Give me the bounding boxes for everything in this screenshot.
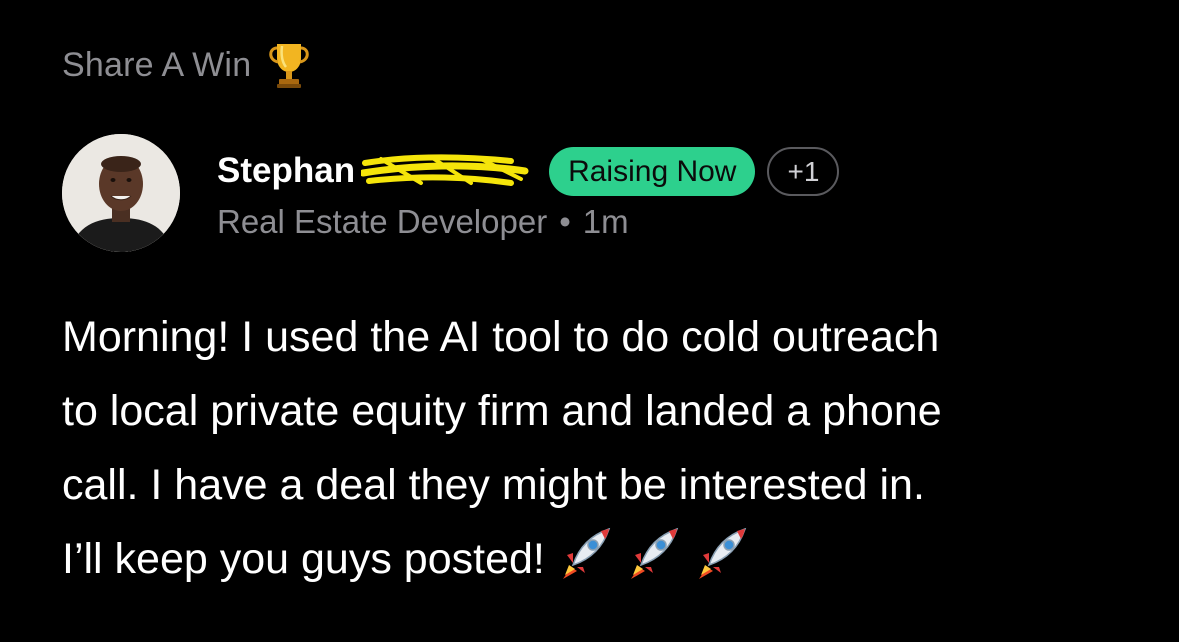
post-category[interactable]: Share A Win bbox=[62, 40, 313, 90]
author-name[interactable]: Stephan bbox=[217, 151, 355, 191]
separator-dot: • bbox=[559, 203, 571, 240]
post-time: 1m bbox=[582, 203, 629, 240]
author-name-line: Stephan Raising Now +1 bbox=[217, 145, 840, 197]
redaction-scribble bbox=[361, 153, 529, 189]
raising-now-badge[interactable]: Raising Now bbox=[549, 146, 756, 196]
rocket-emojis bbox=[557, 525, 749, 581]
rocket-icon bbox=[698, 527, 747, 579]
author-title: Real Estate Developer bbox=[217, 203, 548, 240]
rocket-icon bbox=[630, 527, 679, 579]
avatar-photo bbox=[62, 134, 180, 252]
rocket-icon bbox=[562, 527, 611, 579]
trophy-icon bbox=[269, 44, 310, 88]
author-meta: Stephan Raising Now +1 Real Estate Devel… bbox=[217, 145, 840, 241]
extra-badges-count[interactable]: +1 bbox=[767, 146, 840, 196]
category-label: Share A Win bbox=[62, 45, 252, 84]
post-text: Morning! I used the AI tool to do cold o… bbox=[62, 313, 942, 583]
avatar[interactable] bbox=[62, 134, 180, 252]
author-subline: Real Estate Developer • 1m bbox=[217, 203, 839, 241]
post-body: Morning! I used the AI tool to do cold o… bbox=[62, 300, 1142, 596]
post-author: Stephan Raising Now +1 Real Estate Devel… bbox=[62, 134, 840, 252]
